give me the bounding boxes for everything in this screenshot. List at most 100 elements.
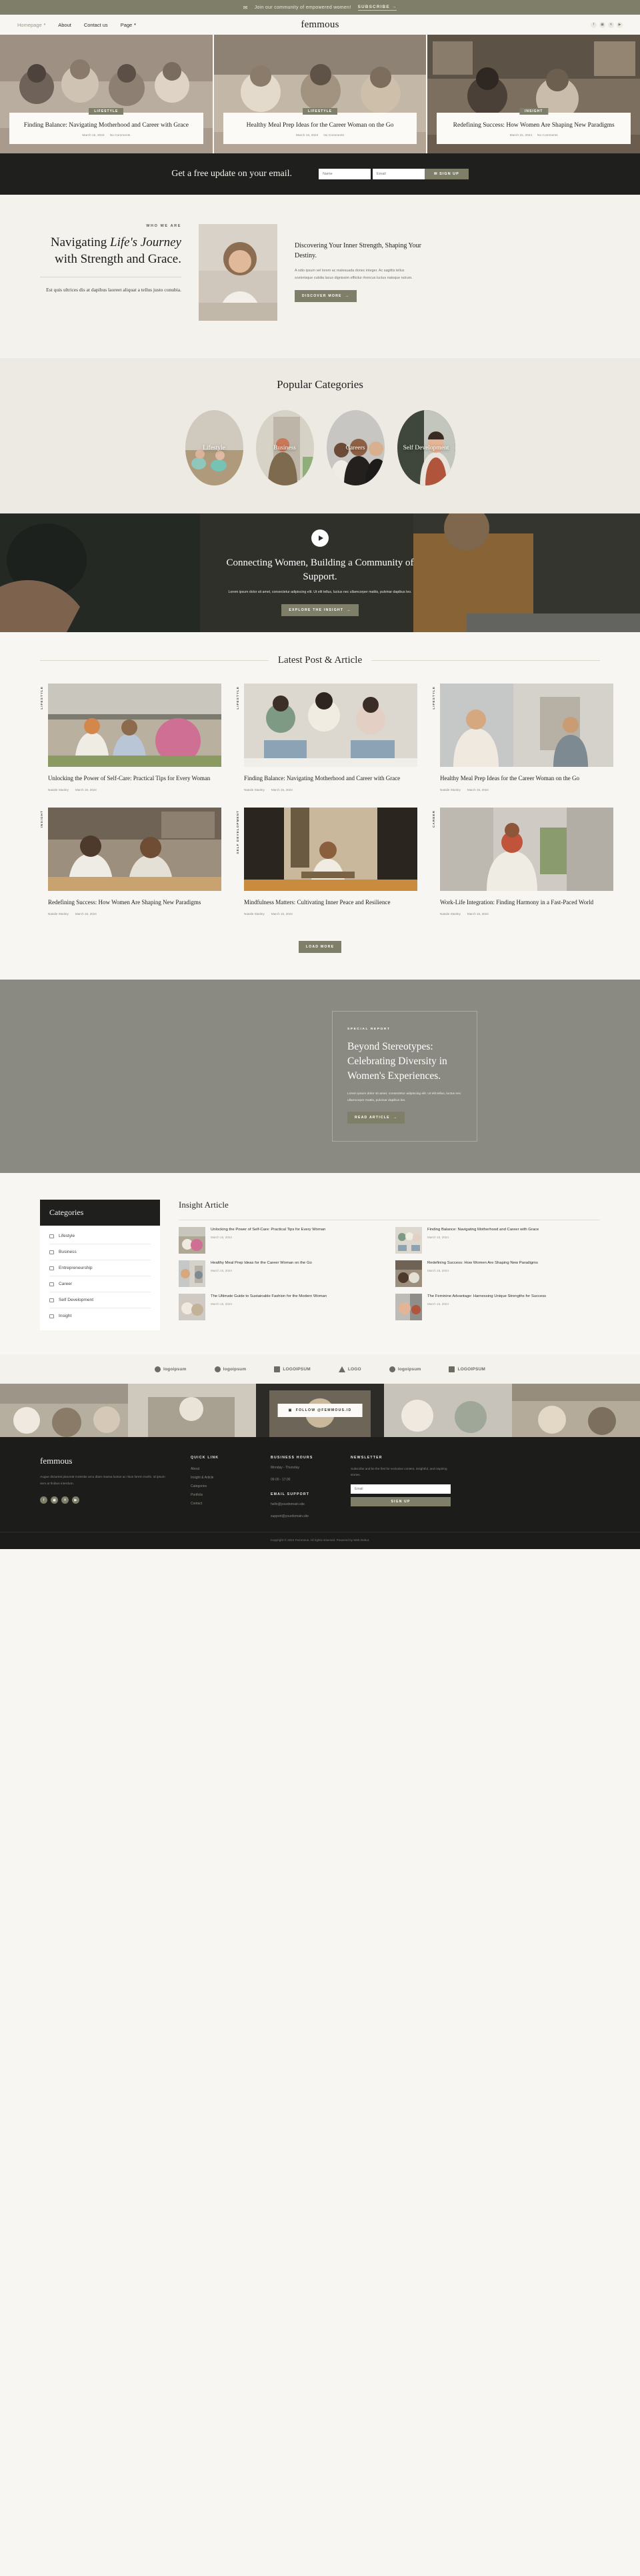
post-date: March 15, 2024 [467,912,489,916]
post-card[interactable]: CAREER Work-Life Integration: Finding Ha… [432,808,613,916]
footer-link-portfolio[interactable]: Portfolio [191,1493,251,1497]
sidebar-item-self-development[interactable]: Self Development [49,1292,151,1309]
footer-email-support-1[interactable]: hello@yourdomain.site [271,1502,331,1508]
category-card-careers[interactable]: Careers [326,410,385,485]
category-card-self-development[interactable]: Self Development [397,410,455,485]
site-logo[interactable]: femmous [301,19,339,31]
footer-link-categories[interactable]: Categories [191,1484,251,1488]
sidebar-item-lifestyle[interactable]: Lifestyle [49,1228,151,1245]
x-icon[interactable]: ✕ [608,21,614,28]
youtube-icon[interactable]: ▶ [617,21,623,28]
nav-item-about[interactable]: About [58,22,71,28]
sign-up-button[interactable]: ✉ SIGN UP [425,169,469,179]
youtube-icon[interactable]: ▶ [72,1496,79,1504]
hero-title[interactable]: Redefining Success: How Women Are Shapin… [443,121,624,130]
footer-email-support-2[interactable]: support@yourdomain.site [271,1514,331,1520]
footer-quick-link-list: About Insight & Article Categories Portf… [191,1467,251,1506]
folder-icon [49,1314,54,1318]
sidebar-item-career[interactable]: Career [49,1276,151,1293]
logo-item[interactable]: logoipsum [389,1366,421,1372]
footer-link-about[interactable]: About [191,1467,251,1471]
instagram-icon[interactable]: ▣ [599,21,605,28]
footer-logo[interactable]: femmous [40,1456,171,1466]
discover-more-button[interactable]: DISCOVER MORE → [295,289,357,302]
post-meta: Natalie Stanley March 15, 2024 [48,912,221,916]
insight-item[interactable]: Redefining Success: How Women Are Shapin… [395,1260,600,1288]
email-input[interactable] [373,169,425,179]
play-button[interactable] [311,529,329,547]
hero-caption: INSIGHT Redefining Success: How Women Ar… [437,108,631,144]
instagram-tile[interactable] [384,1384,512,1438]
category-badge[interactable]: INSIGHT [519,108,549,115]
load-more-button[interactable]: LOAD MORE [298,941,342,954]
insight-item[interactable]: The Feminine Advantage: Harnessing Uniqu… [395,1294,600,1321]
logo-item[interactable]: LOGOIPSUM [274,1366,311,1372]
instagram-icon[interactable]: ▣ [51,1496,58,1504]
instagram-tile[interactable] [0,1384,128,1438]
post-title[interactable]: Work-Life Integration: Finding Harmony i… [440,898,613,907]
logo-label: logoipsum [223,1366,247,1372]
post-card[interactable]: LIFESTYLE Unlocking the Power of Self-Ca… [40,684,221,792]
post-title[interactable]: Unlocking the Power of Self-Care: Practi… [48,774,221,783]
subscribe-link[interactable]: SUBSCRIBE → [357,5,397,11]
post-card[interactable]: LIFESTYLE Healthy Meal Prep Ideas for th… [432,684,613,792]
instagram-strip: ▣ FOLLOW @FEMMOUS.ID [0,1384,640,1438]
post-card[interactable]: SELF DEVELOPMENT Mindfulness Matters: Cu… [236,808,417,916]
nav-item-page[interactable]: Page ▾ [121,22,136,28]
logo-mark-icon [449,1366,455,1372]
sidebar-item-entrepreneurship[interactable]: Entrepreneurship [49,1260,151,1277]
instagram-tile[interactable] [512,1384,640,1438]
insight-text: The Ultimate Guide to Sustainable Fashio… [211,1294,327,1320]
category-card-business[interactable]: Business [255,410,314,485]
facebook-icon[interactable]: f [40,1496,47,1504]
category-card-lifestyle[interactable]: Lifestyle [185,410,243,485]
read-article-button[interactable]: READ ARTICLE → [347,1112,405,1124]
footer-email-input[interactable] [351,1484,451,1494]
logo-item[interactable]: LOGOIPSUM [449,1366,485,1372]
follow-instagram-button[interactable]: ▣ FOLLOW @FEMMOUS.ID [277,1404,363,1418]
logo-item[interactable]: LOGO [338,1366,361,1372]
sidebar-item-business[interactable]: Business [49,1244,151,1261]
nav-item-homepage[interactable]: Homepage ▾ [17,22,45,28]
instagram-tile[interactable] [128,1384,256,1438]
name-input[interactable] [319,169,371,179]
insight-date: March 15, 2024 [211,1302,232,1306]
category-badge[interactable]: LIFESTYLE [303,108,337,115]
sidebar-item-label: Insight [59,1314,72,1319]
nav-item-contact-us[interactable]: Contact us [84,22,108,28]
insight-item[interactable]: The Ultimate Guide to Sustainable Fashio… [179,1294,383,1321]
hero-card[interactable]: LIFESTYLE Finding Balance: Navigating Mo… [0,35,213,153]
explore-insight-button[interactable]: EXPLORE THE INSIGHT → [281,603,359,616]
logo-item[interactable]: logoipsum [214,1366,247,1372]
insight-item[interactable]: Finding Balance: Navigating Motherhood a… [395,1227,600,1254]
post-date: March 15, 2024 [271,912,293,916]
header-social-links: f ▣ ✕ ▶ [591,21,623,28]
footer-link-contact[interactable]: Contact [191,1502,251,1506]
chevron-down-icon: ▾ [43,23,46,27]
hero-title[interactable]: Finding Balance: Navigating Motherhood a… [16,121,197,130]
x-icon[interactable]: ✕ [61,1496,69,1504]
insight-item[interactable]: Unlocking the Power of Self-Care: Practi… [179,1227,383,1254]
post-title[interactable]: Mindfulness Matters: Cultivating Inner P… [244,898,417,907]
post-card[interactable]: INSIGHT Redefining Success: How Women Ar… [40,808,221,916]
insight-title: Unlocking the Power of Self-Care: Practi… [211,1228,326,1232]
nav-label: Homepage [17,21,42,28]
post-tag: CAREER [432,810,435,828]
footer-link-insight-article[interactable]: Insight & Article [191,1476,251,1480]
facebook-icon[interactable]: f [591,21,597,28]
arrow-right-icon: → [347,607,351,612]
hero-card[interactable]: LIFESTYLE Healthy Meal Prep Ideas for th… [213,35,427,153]
insight-article-list: Unlocking the Power of Self-Care: Practi… [179,1227,600,1321]
logo-item[interactable]: logoipsum [154,1366,187,1372]
post-title[interactable]: Finding Balance: Navigating Motherhood a… [244,774,417,783]
hero-title[interactable]: Healthy Meal Prep Ideas for the Career W… [230,121,411,130]
post-title[interactable]: Redefining Success: How Women Are Shapin… [48,898,221,907]
post-title[interactable]: Healthy Meal Prep Ideas for the Career W… [440,774,613,783]
sidebar-item-insight[interactable]: Insight [49,1308,151,1324]
footer-sign-up-button[interactable]: SIGN UP [351,1497,451,1506]
hero-card[interactable]: INSIGHT Redefining Success: How Women Ar… [427,35,640,153]
post-card[interactable]: LIFESTYLE Finding Balance: Navigating Mo… [236,684,417,792]
insight-item[interactable]: Healthy Meal Prep Ideas for the Career W… [179,1260,383,1288]
logo-label: LOGO [347,1366,361,1372]
category-badge[interactable]: LIFESTYLE [89,108,124,115]
